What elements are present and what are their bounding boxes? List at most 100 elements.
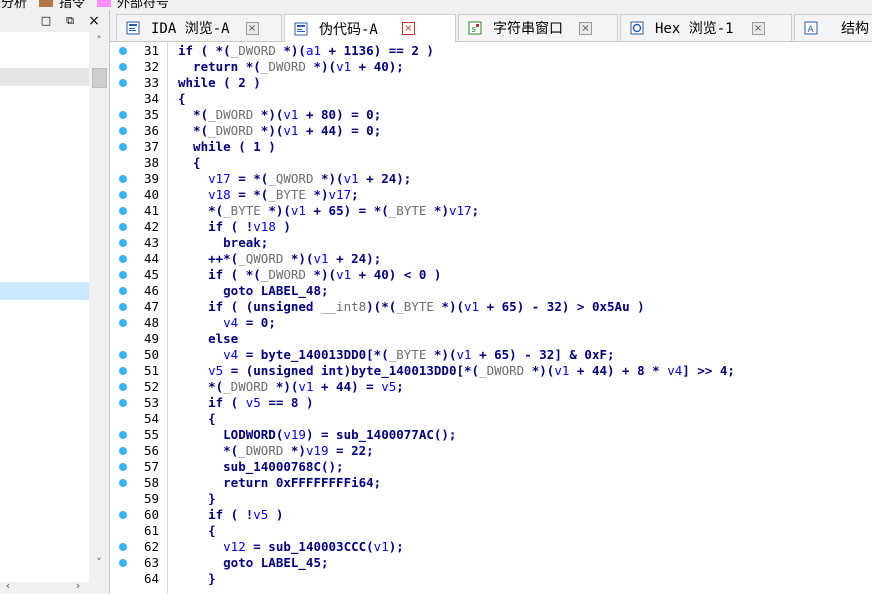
type-token: _DWORD [208, 107, 254, 122]
breakpoint-dot-icon[interactable] [119, 319, 127, 327]
list-item[interactable] [0, 86, 89, 282]
list-item[interactable] [0, 32, 89, 50]
tab-pseudocode[interactable]: 伪代码-A × [284, 14, 456, 42]
horizontal-scrollbar[interactable]: ‹ › [0, 579, 109, 595]
breakpoint-dot-icon[interactable] [119, 143, 127, 151]
function-list[interactable] [0, 32, 89, 582]
code-line[interactable]: 32 return *(_DWORD *)(v1 + 40); [110, 59, 872, 75]
code-token: + 24); [358, 171, 412, 186]
code-line[interactable]: 31 if ( *(_DWORD *)(a1 + 1136) == 2 ) [110, 43, 872, 59]
breakpoint-dot-icon[interactable] [119, 479, 127, 487]
breakpoint-dot-icon[interactable] [119, 559, 127, 567]
breakpoint-dot-icon[interactable] [119, 255, 127, 263]
pseudocode-view[interactable]: 31 if ( *(_DWORD *)(a1 + 1136) == 2 ) 32 r… [110, 42, 872, 594]
code-text: goto LABEL_45; [178, 555, 328, 571]
code-line[interactable]: 62 v12 = sub_140003CCC(v1); [110, 539, 872, 555]
code-line[interactable]: 51 v5 = (unsigned int)byte_140013DD0[*(_… [110, 363, 872, 379]
code-line[interactable]: 57 sub_14000768C(); [110, 459, 872, 475]
breakpoint-dot-icon[interactable] [119, 79, 127, 87]
breakpoint-dot-icon[interactable] [119, 127, 127, 135]
tab-hex-view[interactable]: Hex 浏览-1 × [620, 14, 792, 41]
code-line[interactable]: 45 if ( *(_DWORD *)(v1 + 40) < 0 ) [110, 267, 872, 283]
code-line[interactable]: 42 if ( !v18 ) [110, 219, 872, 235]
list-item[interactable] [0, 50, 89, 68]
line-number: 56 [143, 443, 159, 458]
breakpoint-dot-icon[interactable] [119, 303, 127, 311]
breakpoint-dot-icon[interactable] [119, 63, 127, 71]
code-line[interactable]: 36 *(_DWORD *)(v1 + 44) = 0; [110, 123, 872, 139]
code-line[interactable]: 53 if ( v5 == 8 ) [110, 395, 872, 411]
breakpoint-dot-icon[interactable] [119, 191, 127, 199]
scroll-thumb[interactable] [92, 68, 107, 88]
code-line[interactable]: 56 *(_DWORD *)v19 = 22; [110, 443, 872, 459]
tab-strings[interactable]: s 字符串窗口 × [458, 14, 618, 41]
breakpoint-dot-icon[interactable] [119, 431, 127, 439]
breakpoint-dot-icon[interactable] [119, 511, 127, 519]
float-icon[interactable]: ⧉ [62, 13, 78, 29]
code-line[interactable]: 47 if ( (unsigned __int8)(*(_BYTE *)(v1 … [110, 299, 872, 315]
code-line[interactable]: 39 v17 = *(_QWORD *)(v1 + 24); [110, 171, 872, 187]
code-token: if ( ! [178, 507, 254, 522]
code-line[interactable]: 46 goto LABEL_48; [110, 283, 872, 299]
breakpoint-dot-icon[interactable] [119, 383, 127, 391]
list-item[interactable] [0, 68, 89, 86]
code-line[interactable]: 54 { [110, 411, 872, 427]
code-line[interactable]: 55 LODWORD(v19) = sub_1400077AC(); [110, 427, 872, 443]
code-line[interactable]: 59 } [110, 491, 872, 507]
breakpoint-dot-icon[interactable] [119, 463, 127, 471]
code-line[interactable]: 33 while ( 2 ) [110, 75, 872, 91]
breakpoint-dot-icon[interactable] [119, 399, 127, 407]
code-line[interactable]: 50 v4 = byte_140013DD0[*(_BYTE *)(v1 + 6… [110, 347, 872, 363]
breakpoint-dot-icon[interactable] [119, 239, 127, 247]
ida-view-icon [125, 20, 141, 36]
line-number: 31 [143, 43, 159, 58]
legend-row: 未分析 指令 外部符号 [0, 0, 177, 10]
code-line[interactable]: 35 *(_DWORD *)(v1 + 80) = 0; [110, 107, 872, 123]
close-icon[interactable]: × [579, 21, 592, 35]
tab-ida-view[interactable]: IDA 浏览-A × [116, 14, 282, 41]
restore-icon[interactable]: □ [38, 13, 54, 29]
breakpoint-dot-icon[interactable] [119, 271, 127, 279]
code-token: if ( ! [178, 219, 254, 234]
code-line[interactable]: 61 { [110, 523, 872, 539]
code-line[interactable]: 44 ++*(_QWORD *)(v1 + 24); [110, 251, 872, 267]
breakpoint-dot-icon[interactable] [119, 367, 127, 375]
close-icon[interactable]: × [751, 21, 765, 35]
scroll-left-icon[interactable]: ‹ [0, 579, 16, 595]
breakpoint-dot-icon[interactable] [119, 351, 127, 359]
code-token: sub_14000768C(); [178, 459, 344, 474]
code-token: if ( (unsigned [178, 299, 321, 314]
breakpoint-dot-icon[interactable] [119, 287, 127, 295]
code-line[interactable]: 43 break; [110, 235, 872, 251]
code-line[interactable]: 63 goto LABEL_45; [110, 555, 872, 571]
scroll-down-icon[interactable]: ˅ [89, 554, 109, 572]
code-line[interactable]: 58 return 0xFFFFFFFFi64; [110, 475, 872, 491]
breakpoint-dot-icon[interactable] [119, 207, 127, 215]
code-line[interactable]: 37 while ( 1 ) [110, 139, 872, 155]
breakpoint-dot-icon[interactable] [119, 47, 127, 55]
breakpoint-dot-icon[interactable] [119, 111, 127, 119]
breakpoint-dot-icon[interactable] [119, 175, 127, 183]
tab-structures[interactable]: A 结构 [794, 14, 872, 41]
code-line[interactable]: 40 v18 = *(_BYTE *)v17; [110, 187, 872, 203]
vertical-scrollbar[interactable]: ˄ ˅ [89, 32, 109, 582]
code-text: goto LABEL_48; [178, 283, 328, 299]
code-line[interactable]: 52 *(_DWORD *)(v1 + 44) = v5; [110, 379, 872, 395]
breakpoint-dot-icon[interactable] [119, 447, 127, 455]
breakpoint-dot-icon[interactable] [119, 223, 127, 231]
close-icon[interactable]: × [401, 22, 415, 35]
scroll-right-icon[interactable]: › [70, 579, 86, 595]
close-icon[interactable]: × [245, 21, 259, 35]
code-line[interactable]: 49 else [110, 331, 872, 347]
code-line[interactable]: 38 { [110, 155, 872, 171]
list-item-selected[interactable] [0, 282, 89, 300]
breakpoint-dot-icon[interactable] [119, 543, 127, 551]
code-line[interactable]: 60 if ( !v5 ) [110, 507, 872, 523]
code-line[interactable]: 41 *(_BYTE *)(v1 + 65) = *(_BYTE *)v17; [110, 203, 872, 219]
code-line[interactable]: 48 v4 = 0; [110, 315, 872, 331]
code-line[interactable]: 64 } [110, 571, 872, 587]
scroll-up-icon[interactable]: ˄ [89, 32, 109, 50]
code-line[interactable]: 34 { [110, 91, 872, 107]
close-icon[interactable]: × [86, 13, 102, 29]
code-token: while ( 2 ) [178, 75, 261, 90]
